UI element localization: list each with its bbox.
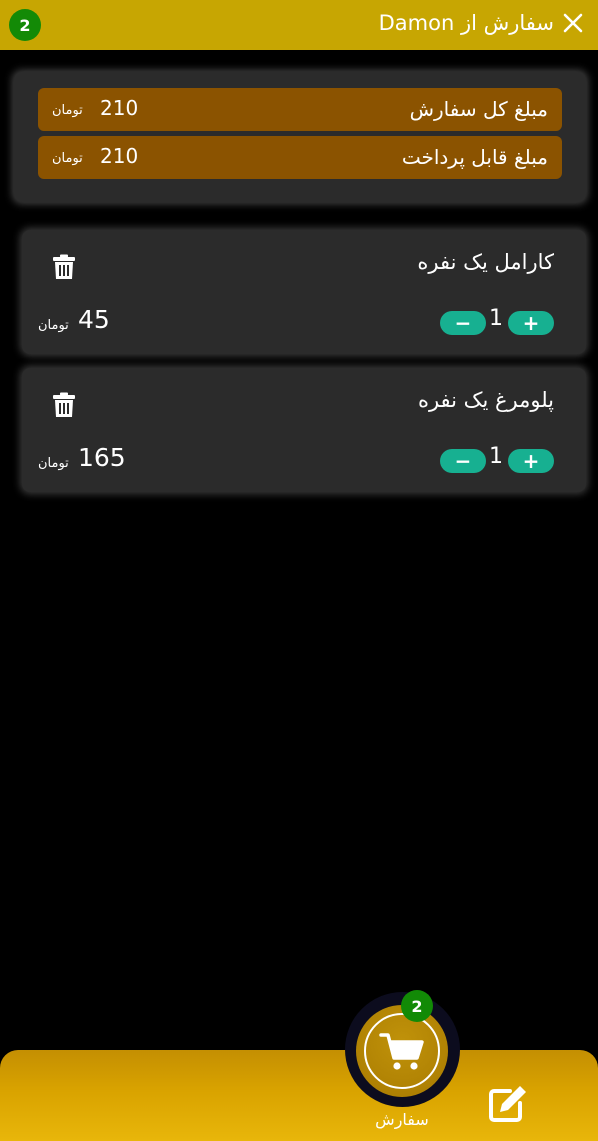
currency-unit: تومان [52,103,83,118]
page-title: سفارش از Damon [378,11,554,35]
quantity-value: 1 [489,306,503,331]
cart-count-badge: 2 [401,990,433,1022]
currency-unit: تومان [52,151,83,166]
top-app-bar: 2 سفارش از Damon [0,0,598,50]
cart-icon [379,1033,424,1070]
cart-label: سفارش [375,1110,429,1129]
cart-button[interactable] [356,1005,448,1097]
increase-quantity-button[interactable]: + [508,449,554,473]
cart-item: کارامل یک نفره + 1 − 45 تومان [22,230,586,354]
item-name: پلومرغ یک نفره [417,388,554,412]
payable-amount-value: 210 [100,144,139,168]
cart-button-ring [364,1013,440,1089]
item-price: 165 [78,443,126,472]
payable-amount-label: مبلغ قابل پرداخت [401,145,548,169]
order-summary-card: مبلغ کل سفارش 210 تومان مبلغ قابل پرداخت… [14,72,586,202]
item-price: 45 [78,305,110,334]
decrease-quantity-button[interactable]: − [440,449,486,473]
edit-icon[interactable] [488,1083,528,1123]
order-count-badge: 2 [9,9,41,41]
payable-amount-row: مبلغ قابل پرداخت 210 تومان [38,136,562,179]
decrease-quantity-button[interactable]: − [440,311,486,335]
total-amount-label: مبلغ کل سفارش [409,97,548,121]
total-amount-value: 210 [100,96,139,120]
quantity-value: 1 [489,444,503,469]
currency-unit: تومان [38,456,69,471]
currency-unit: تومان [38,318,69,333]
cart-item: پلومرغ یک نفره + 1 − 165 تومان [22,368,586,492]
trash-icon[interactable] [53,254,75,280]
total-amount-row: مبلغ کل سفارش 210 تومان [38,88,562,131]
trash-icon[interactable] [53,392,75,418]
item-name: کارامل یک نفره [417,250,554,274]
close-icon[interactable] [562,12,584,34]
increase-quantity-button[interactable]: + [508,311,554,335]
